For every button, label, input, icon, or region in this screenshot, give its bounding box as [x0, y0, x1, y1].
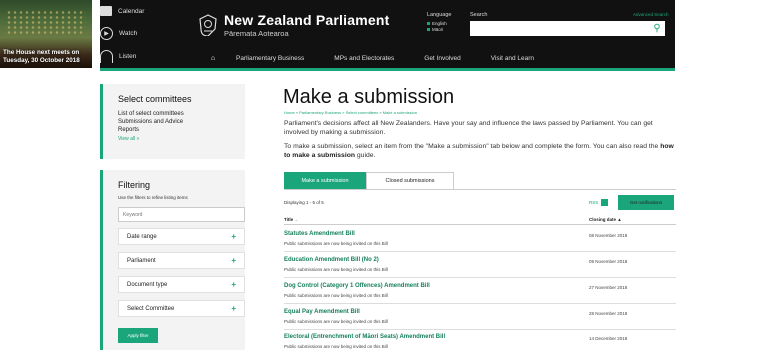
filter-document-type[interactable]: Document type + — [118, 276, 245, 293]
debating-chamber-image — [6, 10, 86, 34]
instructions-paragraph: To make a submission, select an item fro… — [284, 143, 674, 159]
watch-link[interactable]: ▶ Watch — [100, 27, 137, 40]
nav-get-involved[interactable]: Get Involved — [424, 55, 461, 62]
bill-title-link[interactable]: Electoral (Entrenchment of Māori Seats) … — [284, 334, 445, 340]
filter-parliament[interactable]: Parliament + — [118, 252, 245, 269]
header-accent-stripe — [100, 68, 675, 71]
rss-icon — [601, 199, 609, 206]
filter-date-range[interactable]: Date range + — [118, 228, 245, 245]
main-nav: ⌂ Parliamentary Business MPs and Elector… — [200, 50, 675, 66]
headphones-icon — [100, 50, 113, 63]
bill-title-link[interactable]: Education Amendment Bill (No 2) — [284, 257, 379, 263]
search-icon[interactable]: ⚲ — [649, 21, 665, 36]
language-option-english[interactable]: English — [427, 21, 447, 26]
filter-select-committee[interactable]: Select Committee + — [118, 300, 245, 317]
column-header-title[interactable]: Title ⌄ — [284, 217, 298, 223]
listen-link[interactable]: Listen — [100, 50, 136, 63]
filtering-panel: Filtering Use the filters to refine list… — [100, 170, 245, 350]
plus-icon: + — [231, 256, 236, 265]
table-row: Equal Pay Amendment Bill Public submissi… — [284, 304, 676, 330]
bill-closing-date: 14 December 2018 — [589, 336, 628, 341]
tab-divider — [284, 189, 676, 190]
sort-icon: ⌄ — [294, 217, 299, 222]
search-input[interactable] — [470, 21, 665, 36]
advanced-search-link[interactable]: Advanced Search — [633, 12, 669, 17]
intro-paragraph: Parliament's decisions affect all New Ze… — [284, 120, 653, 136]
bill-closing-date: 09 November 2018 — [589, 259, 628, 264]
calendar-link[interactable]: Calendar — [100, 6, 144, 16]
plus-icon: + — [231, 304, 236, 313]
list-of-select-committees-link[interactable]: List of select committees — [118, 110, 245, 118]
listen-label: Listen — [119, 53, 137, 60]
nav-parliamentary-business[interactable]: Parliamentary Business — [236, 55, 304, 62]
calendar-label: Calendar — [118, 7, 145, 15]
bill-description: Public submissions are now being invited… — [284, 267, 388, 272]
table-row: Dog Control (Category 1 Offences) Amendm… — [284, 278, 676, 304]
filtering-help-text: Use the filters to refine listing items — [118, 195, 188, 200]
plus-icon: + — [231, 232, 236, 241]
site-title[interactable]: New Zealand Parliament — [224, 12, 389, 28]
table-row: Electoral (Entrenchment of Māori Seats) … — [284, 329, 676, 353]
language-label: Language — [427, 12, 452, 18]
select-committees-heading: Select committees — [118, 94, 192, 104]
bill-description: Public submissions are now being invited… — [284, 319, 388, 324]
play-icon: ▶ — [100, 27, 113, 40]
bill-closing-date: 27 November 2018 — [589, 285, 628, 290]
table-row: Education Amendment Bill (No 2) Public s… — [284, 252, 676, 278]
sort-ascending-icon: ▲ — [617, 217, 622, 222]
watch-label: Watch — [119, 30, 138, 37]
page-title: Make a submission — [283, 86, 455, 108]
column-divider — [284, 224, 676, 225]
bill-closing-date: 08 November 2018 — [589, 233, 628, 238]
submissions-and-advice-link[interactable]: Submissions and Advice — [118, 118, 245, 126]
table-row: Statutes Amendment Bill Public submissio… — [284, 226, 676, 252]
select-committees-panel: Select committees List of select committ… — [100, 84, 245, 159]
nav-visit-and-learn[interactable]: Visit and Learn — [491, 55, 534, 62]
calendar-icon — [100, 6, 112, 16]
breadcrumb[interactable]: Home » Parliamentary Business » Select c… — [284, 110, 417, 115]
radio-icon — [427, 28, 430, 31]
language-option-maori[interactable]: Māori — [427, 27, 443, 32]
home-icon[interactable]: ⌂ — [200, 55, 226, 62]
plus-icon: + — [231, 280, 236, 289]
apply-filter-button[interactable]: Apply filter — [118, 328, 158, 343]
house-next-meets-banner[interactable]: The House next meets on Tuesday, 30 Octo… — [0, 0, 92, 68]
nav-mps-and-electorates[interactable]: MPs and Electorates — [334, 55, 394, 62]
filtering-heading: Filtering — [118, 180, 151, 190]
bill-description: Public submissions are now being invited… — [284, 241, 388, 246]
bill-closing-date: 28 November 2018 — [589, 311, 628, 316]
bill-description: Public submissions are now being invited… — [284, 293, 388, 298]
radio-icon — [427, 22, 430, 25]
search-label: Search — [470, 12, 488, 18]
tab-closed-submissions[interactable]: Closed submissions — [366, 172, 454, 189]
reports-link[interactable]: Reports — [118, 126, 245, 134]
parliament-crest-icon[interactable] — [198, 14, 218, 36]
rss-link[interactable]: RSS — [589, 199, 609, 206]
keyword-input[interactable] — [118, 207, 245, 222]
house-next-meets-text: The House next meets on Tuesday, 30 Octo… — [3, 49, 80, 64]
site-subtitle: Pāremata Aotearoa — [224, 29, 289, 38]
get-notifications-button[interactable]: Get notifications — [618, 195, 674, 210]
column-header-closing-date[interactable]: Closing date ▲ — [589, 217, 622, 222]
view-all-link[interactable]: View all » — [118, 136, 245, 142]
bill-title-link[interactable]: Dog Control (Category 1 Offences) Amendm… — [284, 283, 430, 289]
bill-description: Public submissions are now being invited… — [284, 344, 388, 349]
result-count: Displaying 1 - 5 of 5 — [284, 200, 324, 205]
bill-title-link[interactable]: Equal Pay Amendment Bill — [284, 309, 360, 315]
bill-title-link[interactable]: Statutes Amendment Bill — [284, 231, 355, 237]
tab-make-a-submission[interactable]: Make a submission — [284, 172, 366, 189]
